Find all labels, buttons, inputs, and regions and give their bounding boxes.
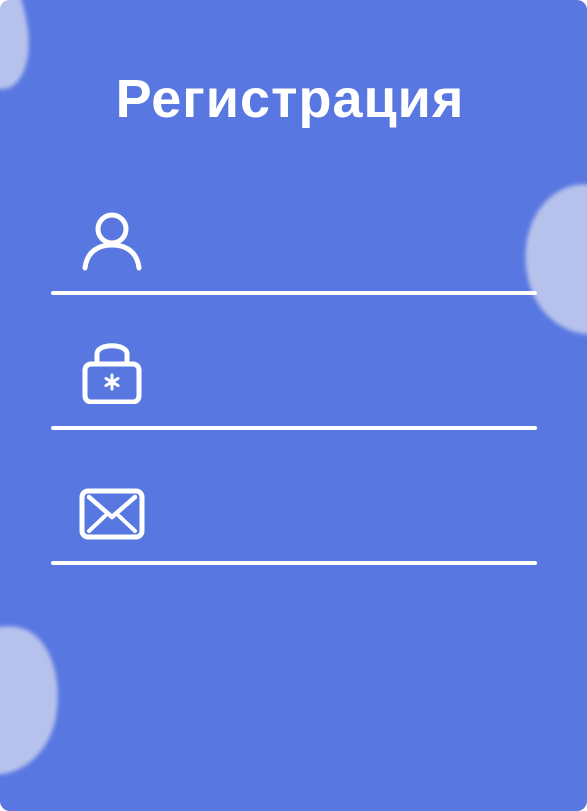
email-input[interactable] bbox=[161, 485, 525, 547]
password-input[interactable] bbox=[161, 350, 525, 412]
page-title: Регистрация bbox=[115, 69, 465, 129]
mail-icon bbox=[79, 479, 145, 549]
user-icon bbox=[79, 207, 145, 277]
registration-card: Регистрация bbox=[0, 0, 587, 811]
password-field bbox=[51, 310, 537, 430]
email-underline bbox=[51, 561, 537, 565]
username-field bbox=[51, 175, 537, 295]
username-underline bbox=[51, 291, 537, 295]
decorative-blob-bottom-left bbox=[0, 615, 71, 785]
password-underline bbox=[51, 426, 537, 430]
username-input[interactable] bbox=[161, 215, 525, 277]
lock-icon bbox=[79, 334, 145, 405]
email-field bbox=[51, 445, 537, 565]
